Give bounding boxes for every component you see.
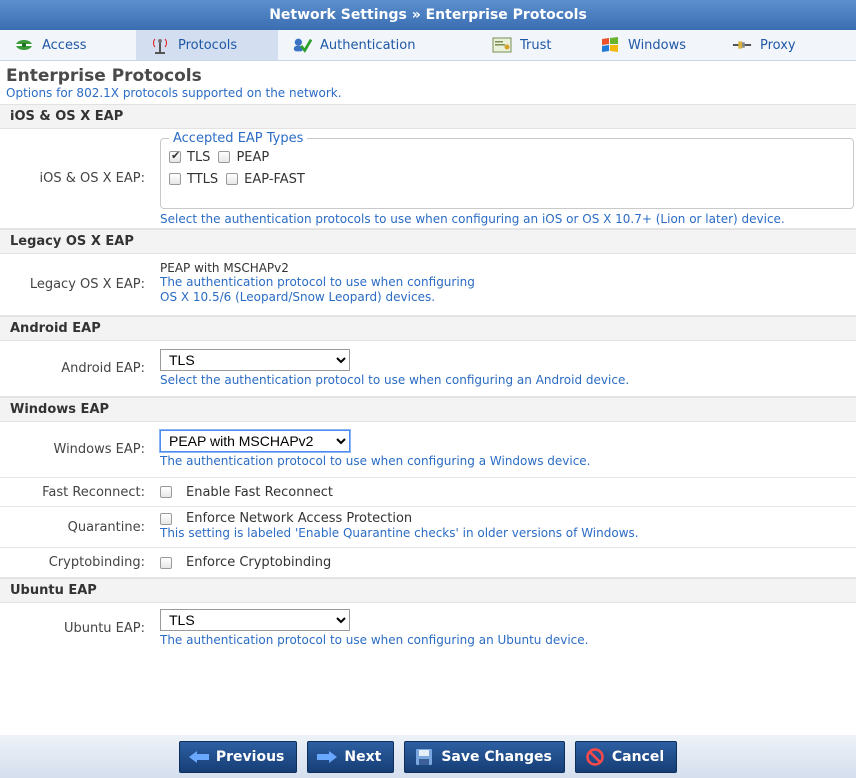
eap-fast-label: EAP-FAST [244, 171, 305, 187]
previous-button-label: Previous [215, 748, 285, 765]
tab-authentication-label: Authentication [320, 37, 416, 53]
page-title: Enterprise Protocols [6, 66, 202, 86]
authentication-icon [292, 37, 312, 53]
row-legacy-osx-eap: Legacy OS X EAP: PEAP with MSCHAPv2 The … [0, 254, 856, 316]
tab-proxy-label: Proxy [760, 37, 796, 53]
page-header: Enterprise Protocols Options for 802.1X … [0, 61, 856, 104]
section-ubuntu-eap: Ubuntu EAP [0, 578, 856, 603]
android-eap-hint: Select the authentication protocol to us… [160, 373, 630, 387]
android-eap-label: Android EAP: [61, 361, 145, 376]
eap-tls-checkbox[interactable] [169, 149, 181, 163]
row-fast-reconnect: Fast Reconnect: Enable Fast Reconnect [0, 478, 856, 507]
protocols-icon [150, 37, 170, 54]
tab-access-label: Access [42, 37, 87, 53]
accepted-eap-types: Accepted EAP Types TLS PEAP TTLS [160, 131, 854, 209]
tab-access[interactable]: Access [0, 30, 136, 60]
eap-ttls-checkbox[interactable] [169, 173, 181, 185]
page-subtitle: Options for 802.1X protocols supported o… [6, 86, 342, 100]
eap-peap-option[interactable]: PEAP [218, 150, 269, 165]
next-button-label: Next [344, 748, 382, 765]
legacy-osx-eap-hint-2: OS X 10.5/6 (Leopard/Snow Leopard) devic… [160, 290, 436, 304]
fast-reconnect-checkbox[interactable] [160, 486, 172, 498]
row-cryptobinding: Cryptobinding: Enforce Cryptobinding [0, 548, 856, 578]
fast-reconnect-text: Enable Fast Reconnect [186, 484, 333, 500]
eap-fast-checkbox[interactable] [226, 173, 239, 185]
tab-protocols-label: Protocols [178, 37, 238, 53]
trust-icon [492, 37, 512, 53]
next-button[interactable]: Next [307, 740, 395, 773]
windows-icon [600, 37, 620, 53]
save-changes-button-label: Save Changes [441, 748, 552, 765]
legacy-osx-eap-label: Legacy OS X EAP: [29, 277, 145, 292]
legacy-osx-eap-value: PEAP with MSCHAPv2 [160, 261, 289, 275]
cryptobinding-checkbox[interactable] [160, 556, 172, 569]
row-ios-eap: iOS & OS X EAP: Accepted EAP Types TLS P… [0, 129, 856, 229]
cancel-circle-icon [584, 747, 606, 766]
arrow-left-icon [188, 748, 210, 766]
android-eap-select[interactable]: TLS [160, 349, 350, 371]
ubuntu-eap-hint: The authentication protocol to use when … [160, 633, 589, 647]
eap-peap-label: PEAP [236, 149, 270, 165]
eap-ttls-label: TTLS [187, 171, 219, 187]
ubuntu-eap-label: Ubuntu EAP: [63, 620, 145, 636]
eap-ttls-option[interactable]: TTLS [169, 172, 218, 187]
cryptobinding-label: Cryptobinding: [48, 555, 145, 570]
tab-protocols[interactable]: Protocols [136, 30, 278, 60]
tab-windows[interactable]: Windows [586, 30, 718, 60]
previous-button[interactable]: Previous [178, 740, 298, 773]
eap-tls-option[interactable]: TLS [169, 149, 211, 165]
quarantine-checkbox[interactable] [160, 512, 172, 525]
floppy-disk-icon [413, 748, 435, 766]
arrow-right-icon [316, 748, 338, 766]
cryptobinding-text: Enforce Cryptobinding [186, 555, 332, 570]
windows-eap-select[interactable]: PEAP with MSCHAPv2 [160, 430, 350, 452]
cancel-button-label: Cancel [611, 748, 665, 765]
row-windows-eap: Windows EAP: PEAP with MSCHAPv2 The auth… [0, 422, 856, 478]
tab-proxy[interactable]: Proxy [718, 30, 856, 60]
eap-tls-label: TLS [187, 149, 211, 165]
tab-authentication[interactable]: Authentication [278, 30, 478, 60]
tab-trust-label: Trust [520, 37, 552, 53]
section-ios-eap: iOS & OS X EAP [0, 104, 856, 129]
section-windows-eap: Windows EAP [0, 397, 856, 422]
tab-bar: Access Protocols Authentication Trust Wi… [0, 30, 856, 61]
fast-reconnect-label: Fast Reconnect: [42, 484, 145, 500]
eap-fast-option[interactable]: EAP-FAST [226, 172, 305, 187]
accepted-eap-types-legend: Accepted EAP Types [173, 131, 304, 146]
proxy-icon [732, 37, 752, 53]
access-icon [14, 37, 34, 53]
row-quarantine: Quarantine: Enforce Network Access Prote… [0, 507, 856, 548]
cancel-button[interactable]: Cancel [574, 740, 678, 773]
window-title: Network Settings » Enterprise Protocols [0, 0, 856, 30]
quarantine-hint: This setting is labeled 'Enable Quaranti… [160, 526, 639, 540]
ios-eap-hint: Select the authentication protocols to u… [160, 212, 785, 226]
section-legacy-osx-eap: Legacy OS X EAP [0, 229, 856, 254]
row-ubuntu-eap: Ubuntu EAP: TLS The authentication proto… [0, 603, 856, 653]
tab-trust[interactable]: Trust [478, 30, 586, 60]
footer-button-bar: Previous Next Save Changes Cancel [0, 735, 856, 778]
windows-eap-label: Windows EAP: [53, 442, 146, 457]
save-changes-button[interactable]: Save Changes [404, 740, 565, 773]
row-android-eap: Android EAP: TLS Select the authenticati… [0, 341, 856, 397]
quarantine-text: Enforce Network Access Protection [186, 511, 413, 526]
section-android-eap: Android EAP [0, 316, 856, 341]
windows-eap-hint: The authentication protocol to use when … [160, 454, 591, 468]
legacy-osx-eap-hint-1: The authentication protocol to use when … [160, 275, 475, 289]
eap-peap-checkbox[interactable] [218, 151, 231, 163]
quarantine-label: Quarantine: [67, 519, 145, 535]
ios-eap-label: iOS & OS X EAP: [39, 171, 145, 186]
tab-windows-label: Windows [628, 37, 687, 53]
ubuntu-eap-select[interactable]: TLS [160, 609, 350, 631]
